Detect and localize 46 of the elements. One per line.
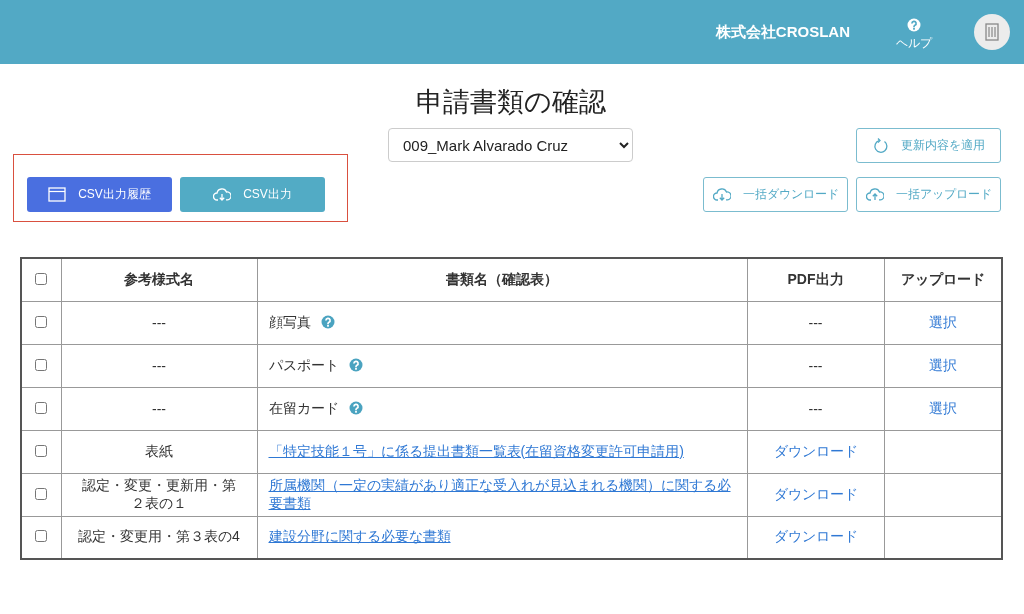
cloud-download-icon bbox=[213, 187, 232, 202]
cloud-upload-icon bbox=[865, 187, 884, 202]
company-name: 株式会社CROSLAN bbox=[715, 22, 850, 42]
bulk-download-button[interactable]: 一括ダウンロード bbox=[703, 177, 848, 212]
select-file-link[interactable]: 選択 bbox=[928, 399, 957, 416]
form-name: --- bbox=[152, 357, 166, 374]
column-header: 書類名（確認表） bbox=[446, 270, 558, 287]
csv-export-button[interactable]: CSV出力 bbox=[180, 177, 325, 212]
select-file-link[interactable]: 選択 bbox=[928, 313, 957, 330]
help-link[interactable]: ヘルプ bbox=[896, 18, 932, 52]
page-title: 申請書類の確認 bbox=[414, 86, 607, 118]
bulk-upload-button[interactable]: 一括アップロード bbox=[856, 177, 1001, 212]
help-icon bbox=[907, 18, 921, 32]
row-checkbox[interactable] bbox=[35, 358, 48, 371]
select-file-link[interactable]: 選択 bbox=[928, 356, 957, 373]
column-header: アップロード bbox=[900, 270, 985, 287]
document-name: 在留カード bbox=[268, 399, 339, 416]
pdf-cell-text: --- bbox=[808, 314, 823, 331]
row-checkbox[interactable] bbox=[35, 401, 48, 414]
help-icon bbox=[348, 400, 363, 415]
form-name: 認定・変更・更新用・第２表の１ bbox=[82, 476, 236, 511]
csv-history-button[interactable]: CSV出力履歴 bbox=[27, 177, 172, 212]
select-all-checkbox[interactable] bbox=[35, 272, 48, 285]
applicant-select[interactable]: 009_Mark Alvarado Cruz bbox=[388, 128, 633, 162]
window-icon bbox=[48, 187, 67, 202]
form-name: --- bbox=[152, 400, 166, 417]
refresh-icon bbox=[872, 137, 889, 154]
document-name: 顔写真 bbox=[268, 313, 311, 330]
column-header: PDF出力 bbox=[787, 270, 844, 287]
form-name: --- bbox=[152, 314, 166, 331]
document-name: パスポート bbox=[268, 356, 339, 373]
building-icon bbox=[985, 23, 999, 41]
row-checkbox[interactable] bbox=[35, 487, 48, 500]
help-icon bbox=[320, 314, 335, 329]
row-checkbox[interactable] bbox=[35, 530, 48, 543]
row-checkbox[interactable] bbox=[35, 444, 48, 457]
help-icon bbox=[348, 357, 363, 372]
pdf-cell-text: --- bbox=[808, 357, 823, 374]
pdf-cell-text: --- bbox=[808, 400, 823, 417]
apply-updates-button[interactable]: 更新内容を適用 bbox=[856, 128, 1001, 163]
form-name: 表紙 bbox=[145, 442, 173, 459]
document-link[interactable]: 建設分野に関する必要な書類 bbox=[268, 528, 451, 547]
form-name: 認定・変更用・第３表の4 bbox=[78, 528, 240, 545]
column-header: 参考様式名 bbox=[124, 270, 194, 287]
cloud-download-icon bbox=[712, 187, 731, 202]
row-checkbox[interactable] bbox=[35, 315, 48, 328]
